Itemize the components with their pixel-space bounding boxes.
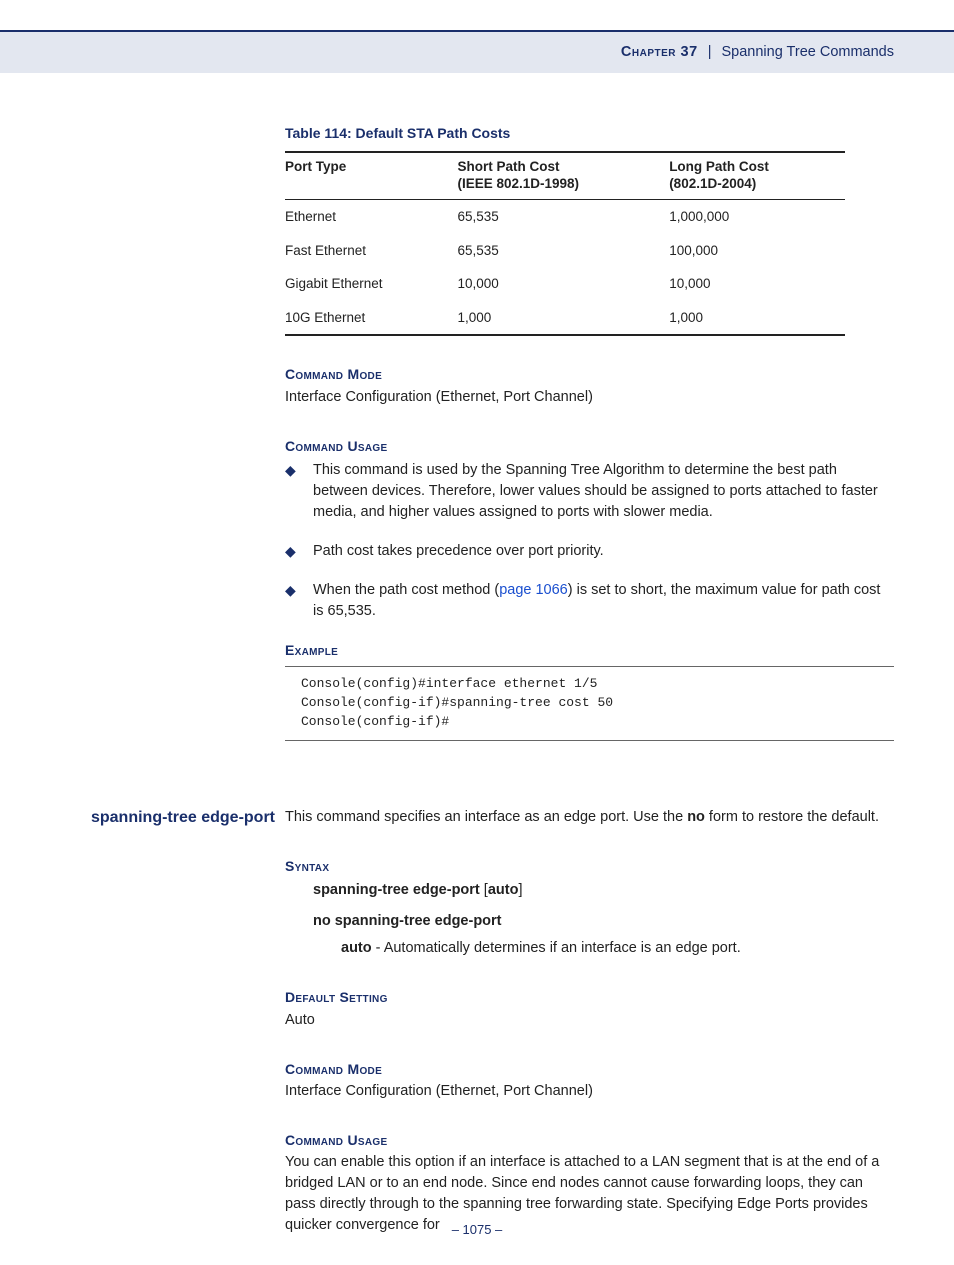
param-desc: - Automatically determines if an interfa… xyxy=(372,940,741,956)
cell: Fast Ethernet xyxy=(285,234,457,268)
table-row: 10G Ethernet 1,000 1,000 xyxy=(285,301,845,336)
cell: 100,000 xyxy=(669,234,845,268)
cell: 10,000 xyxy=(669,267,845,301)
command-intro: This command specifies an interface as a… xyxy=(285,807,894,828)
param-line: auto - Automatically determines if an in… xyxy=(341,938,894,959)
syntax-bracket: [ xyxy=(480,882,488,898)
syntax-line: spanning-tree edge-port [auto] xyxy=(313,880,894,901)
cell: 10G Ethernet xyxy=(285,301,457,336)
cell: 65,535 xyxy=(457,200,669,234)
cell: 10,000 xyxy=(457,267,669,301)
example-heading: Example xyxy=(285,640,894,660)
command-usage-heading-2: Command Usage xyxy=(285,1130,894,1150)
cell: Ethernet xyxy=(285,200,457,234)
cell: Gigabit Ethernet xyxy=(285,267,457,301)
command-mode-heading: Command Mode xyxy=(285,364,894,384)
syntax-heading: Syntax xyxy=(285,856,894,876)
th-port-type: Port Type xyxy=(285,152,457,199)
th-short: Short Path Cost (IEEE 802.1D-1998) xyxy=(457,152,669,199)
usage-item: Path cost takes precedence over port pri… xyxy=(285,541,894,562)
syntax-line2: no spanning-tree edge-port xyxy=(313,911,894,932)
usage-list: This command is used by the Spanning Tre… xyxy=(285,460,894,622)
syntax-cmd: spanning-tree edge-port xyxy=(313,882,480,898)
default-setting-heading: Default Setting xyxy=(285,987,894,1007)
sta-cost-table: Port Type Short Path Cost (IEEE 802.1D-1… xyxy=(285,151,845,336)
param-name: auto xyxy=(341,940,372,956)
default-value: Auto xyxy=(285,1010,894,1031)
intro-text: This command specifies an interface as a… xyxy=(285,809,687,825)
cell: 1,000,000 xyxy=(669,200,845,234)
intro-text: form to restore the default. xyxy=(705,809,879,825)
cell: 65,535 xyxy=(457,234,669,268)
usage-item: This command is used by the Spanning Tre… xyxy=(285,460,894,523)
header-separator: | xyxy=(708,44,712,60)
command-mode-heading-2: Command Mode xyxy=(285,1059,894,1079)
command-name-label: spanning-tree edge-port xyxy=(0,807,275,829)
chapter-label: Chapter 37 xyxy=(621,44,698,60)
syntax-bracket: ] xyxy=(518,882,522,898)
page-number: – 1075 – xyxy=(0,1221,954,1240)
syntax-auto: auto xyxy=(488,882,519,898)
table-row: Fast Ethernet 65,535 100,000 xyxy=(285,234,845,268)
table-row: Gigabit Ethernet 10,000 10,000 xyxy=(285,267,845,301)
page: Chapter 37 | Spanning Tree Commands Tabl… xyxy=(0,30,954,1265)
command-mode-text-2: Interface Configuration (Ethernet, Port … xyxy=(285,1081,894,1102)
main-col-2: This command specifies an interface as a… xyxy=(285,801,894,1236)
table-row: Ethernet 65,535 1,000,000 xyxy=(285,200,845,234)
sidebar-col-2: spanning-tree edge-port xyxy=(0,801,275,1236)
page-link[interactable]: page 1066 xyxy=(499,582,568,598)
usage-item: When the path cost method (page 1066) is… xyxy=(285,580,894,622)
example-code: Console(config)#interface ethernet 1/5 C… xyxy=(285,666,894,741)
command-usage-heading: Command Usage xyxy=(285,436,894,456)
page-header: Chapter 37 | Spanning Tree Commands xyxy=(0,30,954,73)
cell: 1,000 xyxy=(457,301,669,336)
sidebar-col-1 xyxy=(0,123,275,801)
usage-text: When the path cost method ( xyxy=(313,582,499,598)
th-long: Long Path Cost (802.1D-2004) xyxy=(669,152,845,199)
chapter-title: Spanning Tree Commands xyxy=(722,44,895,60)
main-col-1: Table 114: Default STA Path Costs Port T… xyxy=(285,123,894,801)
intro-no: no xyxy=(687,809,705,825)
cell: 1,000 xyxy=(669,301,845,336)
command-mode-text: Interface Configuration (Ethernet, Port … xyxy=(285,387,894,408)
table-title: Table 114: Default STA Path Costs xyxy=(285,123,894,143)
